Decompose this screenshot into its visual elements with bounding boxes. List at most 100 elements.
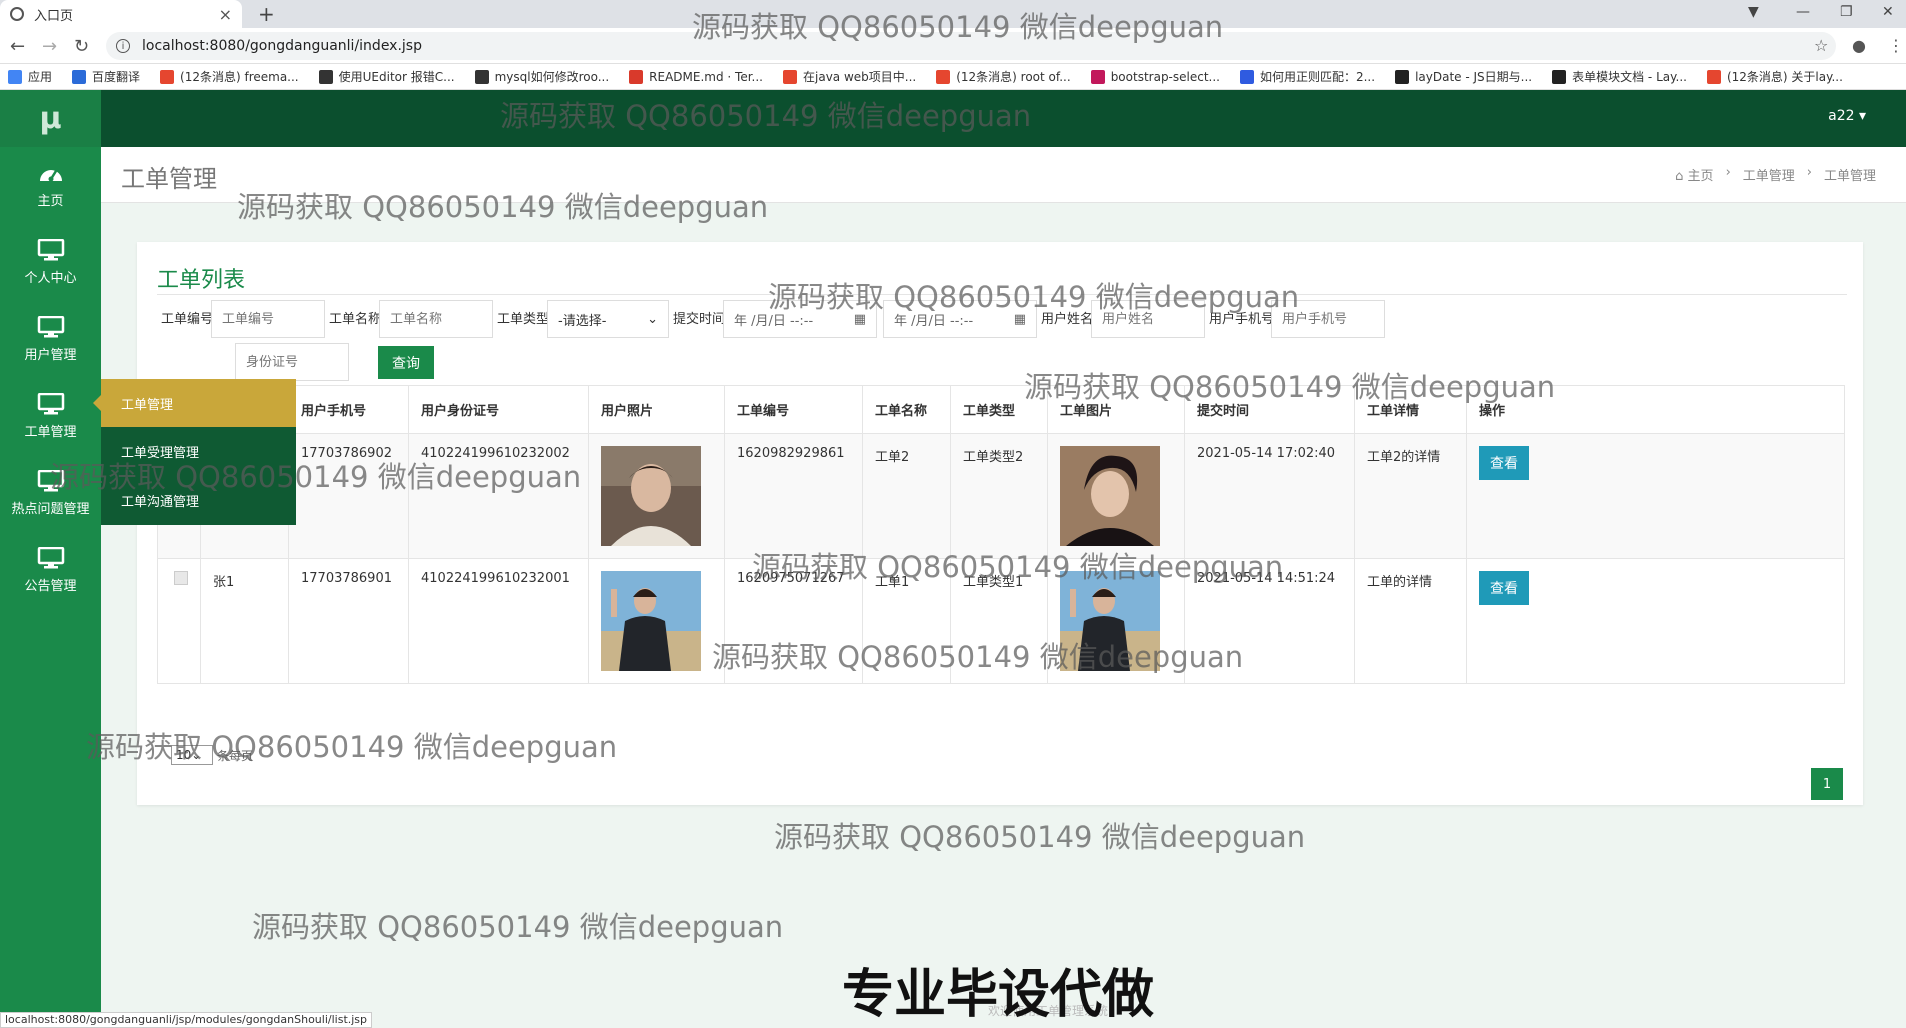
bookmark-item[interactable]: README.md · Ter...: [629, 69, 763, 84]
bookmark-icon: [936, 69, 951, 84]
bookmark-item[interactable]: (12条消息) freema...: [160, 68, 299, 85]
bookmark-item[interactable]: 如何用正则匹配：2...: [1239, 68, 1376, 85]
view-button[interactable]: 查看: [1479, 446, 1529, 480]
order-image: [1060, 571, 1160, 671]
window-close-icon[interactable]: ✕: [1882, 4, 1894, 20]
column-header: 提交时间: [1184, 385, 1355, 434]
promo-banner: 专业毕设代做: [842, 965, 1155, 1025]
bookmark-label: (12条消息) 关于lay...: [1726, 70, 1843, 84]
row-checkbox-cell: [157, 558, 201, 684]
query-button[interactable]: 查询: [378, 346, 434, 379]
info-icon[interactable]: i: [116, 39, 130, 53]
submit-time-end[interactable]: 年 /月/日 --:-- ▦: [883, 300, 1037, 338]
bookmark-icon: [629, 69, 644, 84]
bookmark-item[interactable]: (12条消息) 关于lay...: [1706, 68, 1843, 85]
bookmark-item[interactable]: (12条消息) root of...: [936, 68, 1071, 85]
order-name-input[interactable]: [379, 300, 493, 338]
chevron-down-icon: ⌄: [647, 311, 658, 327]
sidebar-item-label: 个人中心: [24, 271, 77, 286]
order-no-input[interactable]: [211, 300, 325, 338]
bookmark-label: 百度翻译: [92, 70, 141, 84]
breadcrumb-item: 工单管理: [1823, 169, 1876, 184]
sidebar-item[interactable]: 工单管理: [0, 378, 101, 455]
per-page-text: 条每页: [217, 749, 254, 763]
calendar-icon[interactable]: ▦: [1014, 312, 1026, 327]
url-text: localhost:8080/gongdanguanli/index.jsp: [142, 38, 422, 54]
page-size-select[interactable]: 10 ⌄: [171, 745, 213, 765]
cell-order-image: [1047, 433, 1185, 559]
user-name-input[interactable]: [1091, 300, 1205, 338]
close-icon[interactable]: ×: [219, 5, 232, 24]
menu-icon[interactable]: ⋮: [1888, 36, 1904, 55]
cell-order-no: 1620975071267: [724, 558, 863, 684]
bookmark-icon: [1395, 69, 1410, 84]
globe-icon: [10, 7, 24, 21]
breadcrumb: ⌂ 主页 › 工单管理 › 工单管理: [1675, 165, 1876, 184]
breadcrumb-home[interactable]: ⌂ 主页: [1675, 165, 1713, 184]
flyout-item-order-accept[interactable]: 工单受理管理: [101, 427, 296, 476]
filter-label-user-name: 用户姓名: [1041, 312, 1094, 327]
breadcrumb-item[interactable]: 工单管理: [1743, 165, 1795, 184]
forward-icon[interactable]: →: [42, 36, 57, 57]
dashboard-icon: [39, 170, 62, 182]
bookmark-label: (12条消息) freema...: [180, 70, 299, 84]
date-placeholder: 年 /月/日 --:--: [734, 313, 814, 329]
date-placeholder: 年 /月/日 --:--: [894, 313, 974, 329]
bookmark-item[interactable]: 表单模块文档 - Lay...: [1552, 68, 1687, 85]
sidebar-item[interactable]: 热点问题管理: [0, 455, 101, 532]
logo: μ: [0, 90, 101, 147]
page-header: 工单管理 ⌂ 主页 › 工单管理 › 工单管理: [101, 147, 1906, 203]
bookmark-icon: [1239, 69, 1254, 84]
tab-title: 入口页: [34, 8, 74, 24]
column-header: 用户身份证号: [408, 385, 589, 434]
id-card-input[interactable]: [235, 343, 349, 381]
bookmark-item[interactable]: layDate - JS日期与...: [1395, 68, 1532, 85]
cell-order-image: [1047, 558, 1185, 684]
row-checkbox[interactable]: [174, 571, 188, 585]
calendar-icon[interactable]: ▦: [854, 312, 866, 327]
account-icon[interactable]: ●: [1852, 36, 1866, 55]
back-icon[interactable]: ←: [10, 36, 25, 57]
minimize-icon[interactable]: —: [1796, 4, 1810, 20]
url-input[interactable]: i localhost:8080/gongdanguanli/index.jsp: [106, 32, 1836, 60]
flyout-arrow: [93, 395, 101, 411]
browser-tab[interactable]: 入口页 ×: [0, 0, 242, 28]
flyout-title[interactable]: 工单管理: [101, 379, 296, 427]
cell-order-name: 工单2: [862, 433, 951, 559]
sidebar-item[interactable]: 公告管理: [0, 532, 101, 609]
order-type-select[interactable]: -请选择- ⌄: [547, 300, 669, 338]
cell-user-photo: [588, 558, 725, 684]
bookmark-icon: [474, 69, 489, 84]
cell-user-phone: 17703786902: [288, 433, 409, 559]
new-tab-icon[interactable]: +: [258, 2, 275, 26]
restore-icon[interactable]: ❐: [1840, 4, 1853, 20]
bookmark-item[interactable]: 在java web项目中...: [783, 68, 916, 85]
bookmark-item[interactable]: 应用: [8, 68, 52, 85]
bookmark-item[interactable]: bootstrap-select...: [1090, 69, 1220, 84]
user-phone-input[interactable]: [1271, 300, 1385, 338]
sidebar-item[interactable]: 个人中心: [0, 224, 101, 301]
cell-action: 查看: [1466, 433, 1845, 559]
page-button-1[interactable]: 1: [1811, 768, 1843, 800]
profile-dropdown-icon[interactable]: ▼: [1748, 4, 1759, 20]
user-menu[interactable]: a22 ▾: [1828, 108, 1866, 124]
bookmark-item[interactable]: 使用UEditor 报错C...: [318, 68, 455, 85]
cell-user-name: 张1: [200, 558, 289, 684]
bookmark-item[interactable]: 百度翻译: [72, 68, 140, 85]
sidebar-item[interactable]: 主页: [0, 147, 101, 224]
submit-time-start[interactable]: 年 /月/日 --:-- ▦: [723, 300, 877, 338]
sidebar-item-label: 工单管理: [24, 425, 77, 440]
reload-icon[interactable]: ↻: [74, 36, 89, 57]
flyout-item-order-communicate[interactable]: 工单沟通管理: [101, 476, 296, 525]
breadcrumb-separator: ›: [1806, 165, 1812, 180]
bookmark-label: 如何用正则匹配：2...: [1259, 70, 1376, 84]
top-navbar: μ a22 ▾: [0, 90, 1906, 147]
view-button[interactable]: 查看: [1479, 571, 1529, 605]
cell-order-type: 工单类型1: [950, 558, 1048, 684]
cell-action: 查看: [1466, 558, 1845, 684]
sidebar-item[interactable]: 用户管理: [0, 301, 101, 378]
bookmark-item[interactable]: mysql如何修改roo...: [474, 68, 609, 85]
browser-tab-bar: 入口页 × + ▼ — ❐ ✕: [0, 0, 1906, 28]
star-icon[interactable]: ☆: [1814, 36, 1828, 55]
filter-label-order-no: 工单编号: [161, 312, 214, 327]
